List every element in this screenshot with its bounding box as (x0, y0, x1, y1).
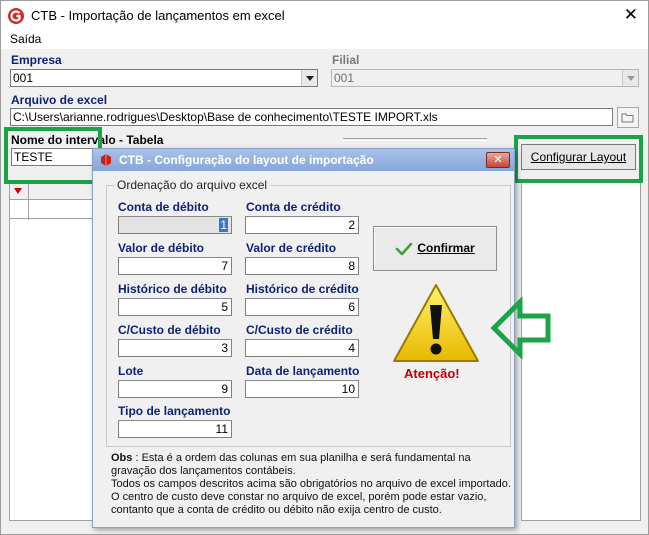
close-icon[interactable]: ✕ (486, 152, 510, 168)
dialog-title-bar: CTB - Configuração do layout de importaç… (93, 149, 514, 171)
folder-icon (621, 113, 634, 123)
app-logo-icon (8, 8, 24, 24)
custo-credito-label: C/Custo de crédito (246, 323, 353, 337)
conta-credito-label: Conta de crédito (246, 200, 341, 214)
custo-credito-input[interactable]: 4 (245, 339, 359, 357)
historico-credito-input[interactable]: 6 (245, 298, 359, 316)
close-icon[interactable]: ✕ (624, 5, 638, 25)
dialog-title: CTB - Configuração do layout de importaç… (119, 153, 374, 167)
confirmar-label: Confirmar (417, 241, 475, 255)
historico-debito-input[interactable]: 5 (118, 298, 232, 316)
chevron-down-icon[interactable] (622, 70, 638, 86)
valor-debito-input[interactable]: 7 (118, 257, 232, 275)
conta-debito-value: 1 (219, 218, 228, 232)
data-lancamento-label: Data de lançamento (246, 364, 360, 378)
data-grid[interactable] (9, 181, 95, 521)
obs-label: Obs (111, 452, 133, 464)
conta-credito-input[interactable]: 2 (245, 216, 359, 234)
obs-line-1: : Esta é a ordem das colunas em sua plan… (111, 452, 471, 477)
arquivo-input[interactable]: C:\Users\arianne.rodrigues\Desktop\Base … (10, 108, 613, 126)
conta-debito-input[interactable]: 1 (118, 216, 232, 234)
confirmar-button[interactable]: Confirmar (373, 226, 497, 271)
filial-label: Filial (332, 53, 360, 67)
grid-row[interactable] (10, 201, 94, 219)
tipo-lancamento-input[interactable]: 11 (118, 420, 232, 438)
grid-column-divider (28, 182, 29, 220)
menu-bar: Saída (1, 31, 648, 49)
custo-debito-input[interactable]: 3 (118, 339, 232, 357)
configurar-layout-label: Configurar Layout (530, 150, 627, 164)
grid-header (10, 182, 94, 200)
row-marker-icon (14, 188, 22, 194)
filial-value: 001 (334, 71, 355, 85)
checkmark-icon (396, 242, 413, 256)
group-title: Ordenação do arquivo excel (114, 178, 271, 192)
valor-credito-label: Valor de crédito (246, 241, 337, 255)
obs-line-2: Todos os campos descritos acima são obri… (111, 478, 511, 490)
empresa-value: 001 (13, 71, 34, 85)
valor-debito-label: Valor de débito (118, 241, 205, 255)
conta-debito-label: Conta de débito (118, 200, 209, 214)
configurar-layout-button[interactable]: Configurar Layout (521, 144, 636, 170)
window-title: CTB - Importação de lançamentos em excel (31, 8, 285, 23)
arrow-left-icon (490, 297, 551, 359)
filial-select[interactable]: 001 (331, 69, 639, 87)
lote-input[interactable]: 9 (118, 380, 232, 398)
warning-label: Atenção! (404, 366, 460, 381)
browse-button[interactable] (617, 107, 639, 128)
tipo-lancamento-label: Tipo de lançamento (118, 404, 231, 418)
valor-credito-input[interactable]: 8 (245, 257, 359, 275)
lote-label: Lote (118, 364, 144, 378)
obs-line-3: O centro de custo deve constar no arquiv… (111, 491, 487, 516)
empresa-label: Empresa (11, 53, 62, 67)
historico-debito-label: Histórico de débito (118, 282, 227, 296)
config-dialog: CTB - Configuração do layout de importaç… (92, 148, 515, 528)
arquivo-label: Arquivo de excel (11, 93, 108, 107)
warning-icon (393, 284, 479, 362)
menu-item-saida[interactable]: Saída (10, 32, 41, 46)
obs-text-block: Obs : Esta é a ordem das colunas em sua … (111, 452, 511, 517)
divider (343, 138, 487, 141)
chevron-down-icon[interactable] (301, 70, 317, 86)
custo-debito-label: C/Custo de débito (118, 323, 221, 337)
ordenacao-group: Ordenação do arquivo excel Conta de débi… (106, 178, 511, 447)
historico-credito-label: Histórico de crédito (246, 282, 359, 296)
intervalo-input[interactable]: TESTE (11, 148, 93, 166)
empresa-select[interactable]: 001 (10, 69, 318, 87)
dialog-app-icon (101, 154, 111, 166)
data-lancamento-input[interactable]: 10 (245, 380, 359, 398)
intervalo-label: Nome do intervalo - Tabela (11, 133, 164, 147)
title-bar: CTB - Importação de lançamentos em excel… (1, 1, 648, 31)
